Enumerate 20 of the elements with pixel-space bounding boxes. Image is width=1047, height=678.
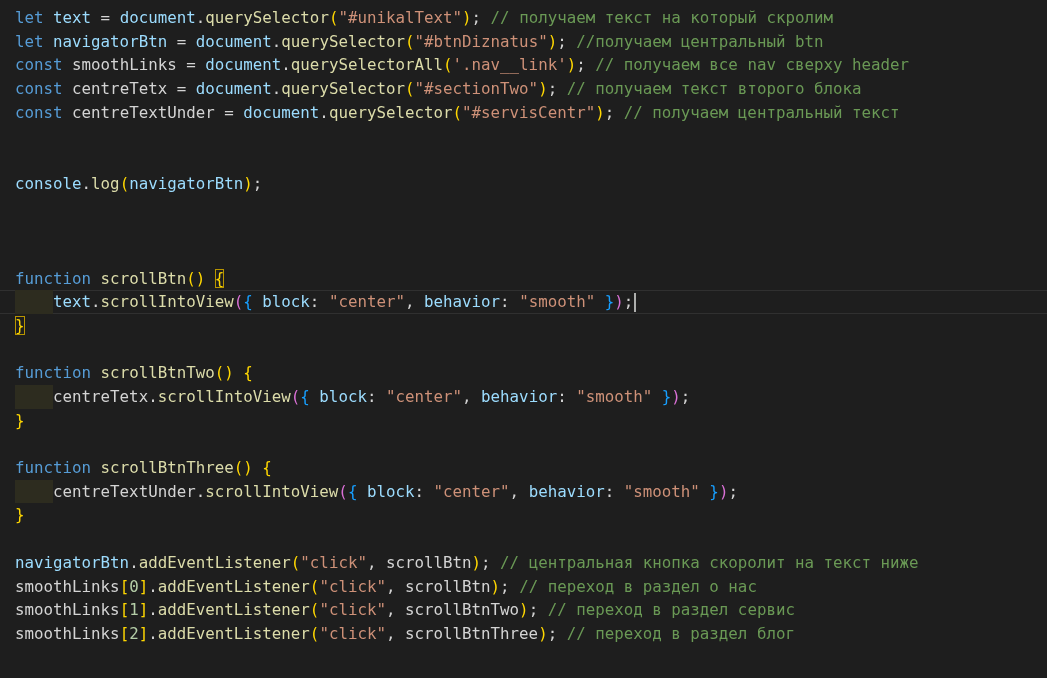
code-line: function scrollBtnThree() { [15, 457, 272, 480]
code-line: smoothLinks[1].addEventListener("click", scrollBtnTwo); // переход в раздел сервис [15, 599, 795, 622]
code-line: } [15, 409, 25, 432]
code-line: const centreTetx = document.querySelector("#sectionTwo"); // получаем текст второго блока [15, 78, 862, 101]
text-cursor [634, 292, 637, 312]
code-line: smoothLinks[0].addEventListener("click", scrollBtn); // переход в раздел о нас [15, 575, 757, 598]
code-line: } [15, 504, 25, 527]
code-line: centreTetx.scrollIntoView({ block: "center", behavior: "smooth" }); [53, 386, 691, 408]
code-line: smoothLinks[2].addEventListener("click", scrollBtnThree); // переход в раздел блог [15, 622, 795, 645]
code-line: const smoothLinks = document.querySelectorAll('.nav__link'); // получаем все nav сверху header [15, 54, 910, 77]
code-line: function scrollBtn() { [15, 267, 225, 290]
code-line: navigatorBtn.addEventListener("click", scrollBtn); // центральная кнопка скоролит на текст ниже [15, 551, 919, 574]
code-line: let navigatorBtn = document.querySelector("#btnDiznatus"); //получаем центральный btn [15, 30, 824, 53]
code-line: centreTextUnder.scrollIntoView({ block: "center", behavior: "smooth" }); [53, 480, 738, 503]
code-line: } [15, 314, 25, 337]
code-line: const centreTextUnder = document.querySelector("#servisCentr"); // получаем центральный текст [15, 101, 900, 124]
code-line: let text = document.querySelector("#unikalText"); // получаем текст на который скролим [15, 7, 833, 29]
code-line: console.log(navigatorBtn); [15, 172, 263, 195]
code-line: function scrollBtnTwo() { [15, 362, 253, 385]
code-line: text.scrollIntoView({ block: "center", behavior: "smooth" }); [53, 291, 634, 314]
